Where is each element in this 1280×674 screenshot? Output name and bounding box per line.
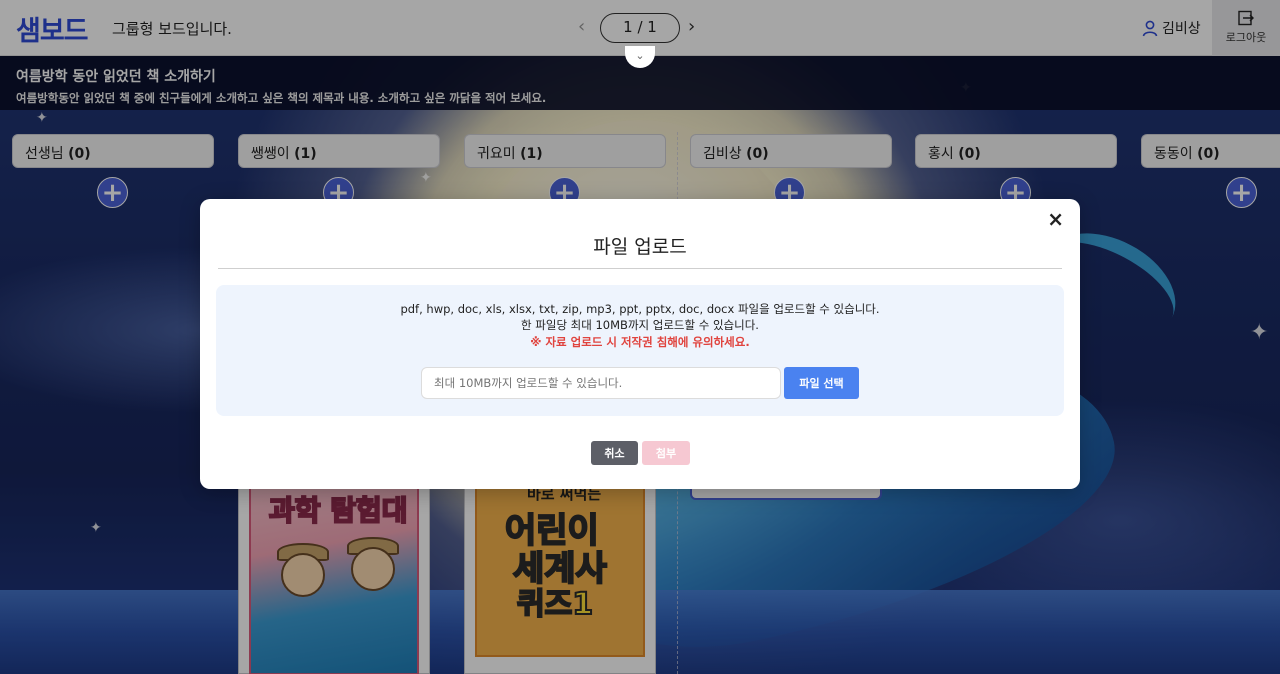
choose-file-button[interactable]: 파일 선택 <box>784 367 859 399</box>
upload-info-box: pdf, hwp, doc, xls, xlsx, txt, zip, mp3,… <box>216 285 1064 416</box>
attach-button[interactable]: 첨부 <box>642 441 690 465</box>
file-upload-dialog: × 파일 업로드 pdf, hwp, doc, xls, xlsx, txt, … <box>200 199 1080 489</box>
close-icon[interactable]: × <box>1047 207 1064 231</box>
dialog-title: 파일 업로드 <box>593 236 687 258</box>
cancel-button[interactable]: 취소 <box>591 441 638 465</box>
file-path-input[interactable] <box>421 367 781 399</box>
title-divider <box>218 268 1062 269</box>
chevron-down-icon: ⌄ <box>635 49 645 62</box>
size-limit-text: 한 파일당 최대 10MB까지 업로드할 수 있습니다. <box>521 318 759 332</box>
copyright-warning: ※ 자료 업로드 시 저작권 침해에 유의하세요. <box>530 335 750 349</box>
allowed-types-text: pdf, hwp, doc, xls, xlsx, txt, zip, mp3,… <box>400 302 880 316</box>
